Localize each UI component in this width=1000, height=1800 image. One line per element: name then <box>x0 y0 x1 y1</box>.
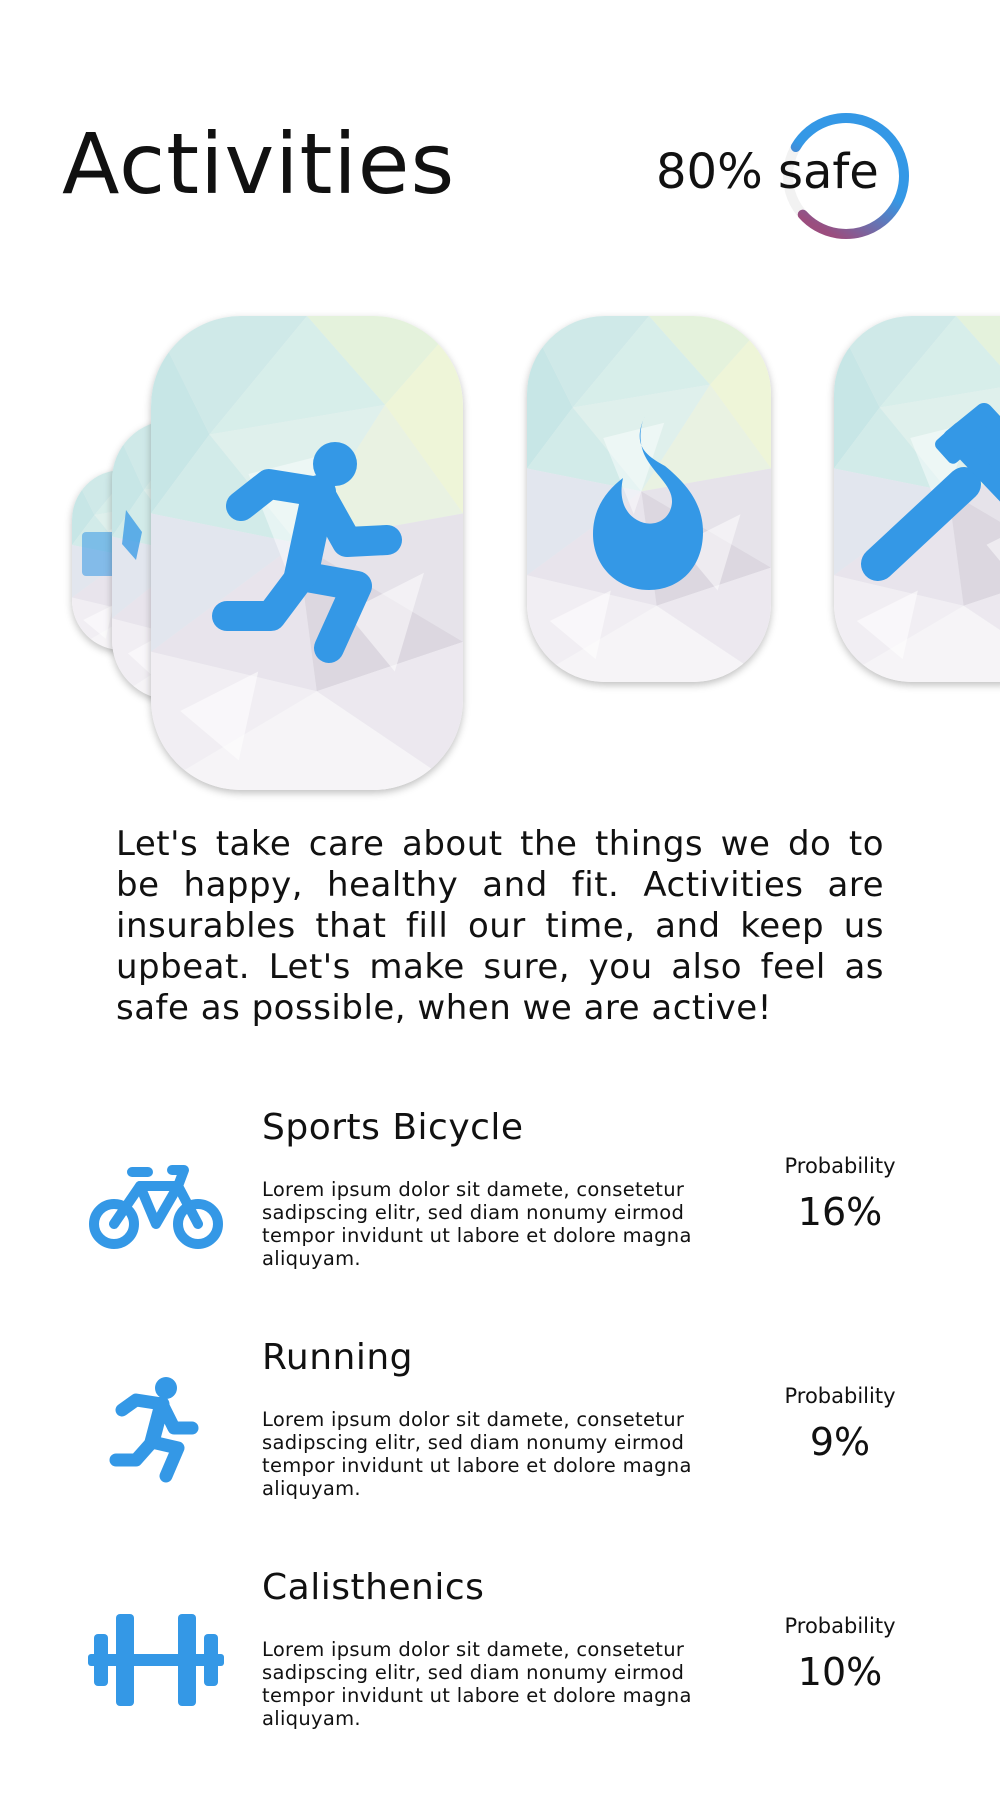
page-title: Activities <box>62 115 456 213</box>
running-person-icon <box>109 1377 199 1483</box>
list-item[interactable]: Calisthenics Lorem ipsum dolor sit damet… <box>0 1570 1000 1770</box>
safety-label: 80% safe <box>656 144 879 200</box>
list-item[interactable]: Sports Bicycle Lorem ipsum dolor sit dam… <box>0 1110 1000 1310</box>
probability-label: Probability <box>784 1384 896 1408</box>
flame-icon <box>593 416 703 590</box>
list-item[interactable]: Running Lorem ipsum dolor sit damete, co… <box>0 1340 1000 1540</box>
activity-description: Lorem ipsum dolor sit damete, consetetur… <box>262 1408 692 1500</box>
activity-title: Sports Bicycle <box>262 1107 524 1148</box>
probability-label: Probability <box>784 1154 896 1178</box>
activity-card-running[interactable] <box>151 316 463 790</box>
probability-value: 10% <box>797 1650 883 1694</box>
safety-indicator: 80% safe <box>640 100 920 250</box>
activity-description: Lorem ipsum dolor sit damete, consetetur… <box>262 1178 692 1270</box>
intro-text: Let's take care about the things we do t… <box>116 824 884 1028</box>
probability-value: 16% <box>797 1190 883 1234</box>
running-person-icon <box>212 442 402 663</box>
probability-value: 9% <box>809 1420 871 1464</box>
activity-title: Calisthenics <box>262 1567 485 1608</box>
hammer-icon <box>861 403 1000 581</box>
activity-description: Lorem ipsum dolor sit damete, consetetur… <box>262 1638 692 1730</box>
activity-card-flame[interactable] <box>527 316 771 682</box>
dumbbell-icon <box>88 1614 224 1706</box>
activity-title: Running <box>262 1337 414 1378</box>
activity-card-hammer[interactable] <box>834 316 1000 682</box>
bicycle-icon <box>89 1165 223 1249</box>
activity-carousel[interactable] <box>0 300 1000 820</box>
probability-label: Probability <box>784 1614 896 1638</box>
